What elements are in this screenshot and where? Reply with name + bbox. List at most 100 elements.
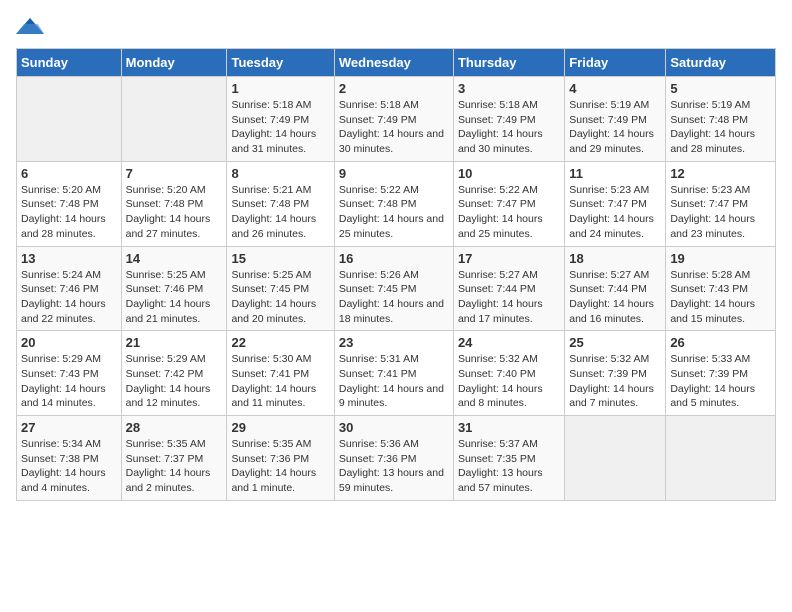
calendar-cell: 7 Sunrise: 5:20 AM Sunset: 7:48 PM Daylig… xyxy=(121,161,227,246)
calendar-cell: 19 Sunrise: 5:28 AM Sunset: 7:43 PM Dayli… xyxy=(666,246,776,331)
calendar-cell: 4Sunrise: 5:19 AM Sunset: 7:49 PM Daylig… xyxy=(565,77,666,162)
day-info: Sunrise: 5:18 AM Sunset: 7:49 PM Dayligh… xyxy=(231,98,329,157)
calendar-cell: 27 Sunrise: 5:34 AM Sunset: 7:38 PM Dayli… xyxy=(17,416,122,501)
day-number: 30 xyxy=(339,420,449,435)
day-number: 11 xyxy=(569,166,661,181)
logo xyxy=(16,16,48,38)
calendar-cell: 26 Sunrise: 5:33 AM Sunset: 7:39 PM Dayli… xyxy=(666,331,776,416)
header-row: SundayMondayTuesdayWednesdayThursdayFrid… xyxy=(17,49,776,77)
calendar-cell: 6Sunrise: 5:20 AM Sunset: 7:48 PM Daylig… xyxy=(17,161,122,246)
day-number: 16 xyxy=(339,251,449,266)
calendar-cell: 21Sunrise: 5:29 AM Sunset: 7:42 PM Dayli… xyxy=(121,331,227,416)
calendar-cell: 28 Sunrise: 5:35 AM Sunset: 7:37 PM Dayli… xyxy=(121,416,227,501)
day-number: 13 xyxy=(21,251,117,266)
header-monday: Monday xyxy=(121,49,227,77)
page-header xyxy=(16,16,776,38)
calendar-cell: 25 Sunrise: 5:32 AM Sunset: 7:39 PM Dayli… xyxy=(565,331,666,416)
day-info: Sunrise: 5:35 AM Sunset: 7:36 PM Dayligh… xyxy=(231,437,329,496)
calendar-cell: 15Sunrise: 5:25 AM Sunset: 7:45 PM Dayli… xyxy=(227,246,334,331)
calendar-cell: 18Sunrise: 5:27 AM Sunset: 7:44 PM Dayli… xyxy=(565,246,666,331)
day-number: 19 xyxy=(670,251,771,266)
calendar-cell: 20 Sunrise: 5:29 AM Sunset: 7:43 PM Dayli… xyxy=(17,331,122,416)
calendar-cell: 24 Sunrise: 5:32 AM Sunset: 7:40 PM Dayli… xyxy=(453,331,564,416)
calendar-cell: 13Sunrise: 5:24 AM Sunset: 7:46 PM Dayli… xyxy=(17,246,122,331)
calendar-cell: 17 Sunrise: 5:27 AM Sunset: 7:44 PM Dayli… xyxy=(453,246,564,331)
day-number: 2 xyxy=(339,81,449,96)
day-number: 7 xyxy=(126,166,223,181)
day-number: 20 xyxy=(21,335,117,350)
day-number: 17 xyxy=(458,251,560,266)
day-number: 25 xyxy=(569,335,661,350)
header-wednesday: Wednesday xyxy=(334,49,453,77)
calendar-cell: 11 Sunrise: 5:23 AM Sunset: 7:47 PM Dayli… xyxy=(565,161,666,246)
header-friday: Friday xyxy=(565,49,666,77)
calendar-cell xyxy=(565,416,666,501)
day-number: 26 xyxy=(670,335,771,350)
calendar-cell: 16 Sunrise: 5:26 AM Sunset: 7:45 PM Dayli… xyxy=(334,246,453,331)
calendar-cell: 9Sunrise: 5:22 AM Sunset: 7:48 PM Daylig… xyxy=(334,161,453,246)
day-info: Sunrise: 5:18 AM Sunset: 7:49 PM Dayligh… xyxy=(339,98,449,157)
week-row-4: 27 Sunrise: 5:34 AM Sunset: 7:38 PM Dayli… xyxy=(17,416,776,501)
day-info: Sunrise: 5:33 AM Sunset: 7:39 PM Dayligh… xyxy=(670,352,771,411)
day-info: Sunrise: 5:26 AM Sunset: 7:45 PM Dayligh… xyxy=(339,268,449,327)
day-info: Sunrise: 5:22 AM Sunset: 7:47 PM Dayligh… xyxy=(458,183,560,242)
day-number: 28 xyxy=(126,420,223,435)
header-sunday: Sunday xyxy=(17,49,122,77)
week-row-2: 13Sunrise: 5:24 AM Sunset: 7:46 PM Dayli… xyxy=(17,246,776,331)
day-number: 23 xyxy=(339,335,449,350)
day-number: 14 xyxy=(126,251,223,266)
day-info: Sunrise: 5:34 AM Sunset: 7:38 PM Dayligh… xyxy=(21,437,117,496)
day-info: Sunrise: 5:32 AM Sunset: 7:40 PM Dayligh… xyxy=(458,352,560,411)
day-info: Sunrise: 5:20 AM Sunset: 7:48 PM Dayligh… xyxy=(126,183,223,242)
day-info: Sunrise: 5:25 AM Sunset: 7:46 PM Dayligh… xyxy=(126,268,223,327)
header-tuesday: Tuesday xyxy=(227,49,334,77)
header-thursday: Thursday xyxy=(453,49,564,77)
day-info: Sunrise: 5:27 AM Sunset: 7:44 PM Dayligh… xyxy=(458,268,560,327)
calendar-cell: 22 Sunrise: 5:30 AM Sunset: 7:41 PM Dayli… xyxy=(227,331,334,416)
day-info: Sunrise: 5:18 AM Sunset: 7:49 PM Dayligh… xyxy=(458,98,560,157)
day-info: Sunrise: 5:31 AM Sunset: 7:41 PM Dayligh… xyxy=(339,352,449,411)
day-info: Sunrise: 5:28 AM Sunset: 7:43 PM Dayligh… xyxy=(670,268,771,327)
day-info: Sunrise: 5:30 AM Sunset: 7:41 PM Dayligh… xyxy=(231,352,329,411)
calendar-cell xyxy=(666,416,776,501)
day-info: Sunrise: 5:35 AM Sunset: 7:37 PM Dayligh… xyxy=(126,437,223,496)
week-row-0: 1Sunrise: 5:18 AM Sunset: 7:49 PM Daylig… xyxy=(17,77,776,162)
logo-icon xyxy=(16,16,44,38)
day-info: Sunrise: 5:21 AM Sunset: 7:48 PM Dayligh… xyxy=(231,183,329,242)
day-number: 15 xyxy=(231,251,329,266)
day-info: Sunrise: 5:19 AM Sunset: 7:49 PM Dayligh… xyxy=(569,98,661,157)
calendar-cell: 10 Sunrise: 5:22 AM Sunset: 7:47 PM Dayli… xyxy=(453,161,564,246)
calendar-cell: 8 Sunrise: 5:21 AM Sunset: 7:48 PM Daylig… xyxy=(227,161,334,246)
calendar-cell: 30 Sunrise: 5:36 AM Sunset: 7:36 PM Dayli… xyxy=(334,416,453,501)
day-info: Sunrise: 5:22 AM Sunset: 7:48 PM Dayligh… xyxy=(339,183,449,242)
calendar-cell xyxy=(17,77,122,162)
calendar-cell: 31 Sunrise: 5:37 AM Sunset: 7:35 PM Dayli… xyxy=(453,416,564,501)
day-info: Sunrise: 5:37 AM Sunset: 7:35 PM Dayligh… xyxy=(458,437,560,496)
day-number: 3 xyxy=(458,81,560,96)
calendar-cell: 29 Sunrise: 5:35 AM Sunset: 7:36 PM Dayli… xyxy=(227,416,334,501)
day-info: Sunrise: 5:20 AM Sunset: 7:48 PM Dayligh… xyxy=(21,183,117,242)
day-info: Sunrise: 5:23 AM Sunset: 7:47 PM Dayligh… xyxy=(569,183,661,242)
day-info: Sunrise: 5:19 AM Sunset: 7:48 PM Dayligh… xyxy=(670,98,771,157)
day-info: Sunrise: 5:29 AM Sunset: 7:43 PM Dayligh… xyxy=(21,352,117,411)
calendar-cell: 23 Sunrise: 5:31 AM Sunset: 7:41 PM Dayli… xyxy=(334,331,453,416)
day-info: Sunrise: 5:32 AM Sunset: 7:39 PM Dayligh… xyxy=(569,352,661,411)
day-number: 10 xyxy=(458,166,560,181)
day-number: 8 xyxy=(231,166,329,181)
day-info: Sunrise: 5:23 AM Sunset: 7:47 PM Dayligh… xyxy=(670,183,771,242)
header-saturday: Saturday xyxy=(666,49,776,77)
day-number: 24 xyxy=(458,335,560,350)
day-number: 27 xyxy=(21,420,117,435)
day-number: 29 xyxy=(231,420,329,435)
calendar-cell: 5Sunrise: 5:19 AM Sunset: 7:48 PM Daylig… xyxy=(666,77,776,162)
day-number: 18 xyxy=(569,251,661,266)
calendar-cell: 14 Sunrise: 5:25 AM Sunset: 7:46 PM Dayli… xyxy=(121,246,227,331)
day-number: 31 xyxy=(458,420,560,435)
week-row-3: 20 Sunrise: 5:29 AM Sunset: 7:43 PM Dayli… xyxy=(17,331,776,416)
day-info: Sunrise: 5:36 AM Sunset: 7:36 PM Dayligh… xyxy=(339,437,449,496)
day-number: 21 xyxy=(126,335,223,350)
calendar-table: SundayMondayTuesdayWednesdayThursdayFrid… xyxy=(16,48,776,501)
calendar-cell: 12Sunrise: 5:23 AM Sunset: 7:47 PM Dayli… xyxy=(666,161,776,246)
calendar-cell xyxy=(121,77,227,162)
day-number: 22 xyxy=(231,335,329,350)
